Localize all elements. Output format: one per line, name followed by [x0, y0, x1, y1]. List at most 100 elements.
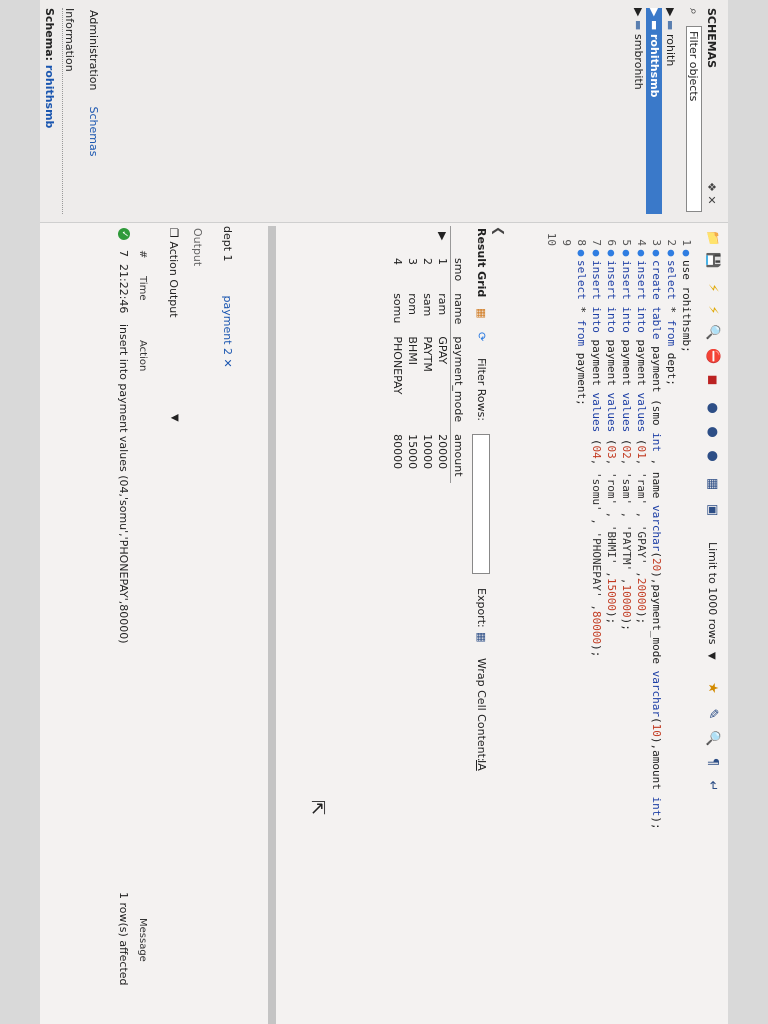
code-line[interactable]: 10: [544, 232, 559, 260]
execute-statement-icon[interactable]: ⚡: [704, 302, 720, 318]
chevron-down-icon[interactable]: ▼: [169, 414, 180, 422]
invisible-chars-icon[interactable]: ¶: [704, 754, 720, 770]
rollback-icon[interactable]: ●: [704, 424, 720, 440]
statement-marker-icon: ●: [590, 249, 603, 257]
column-header[interactable]: name: [450, 287, 466, 331]
commit-icon[interactable]: ●: [704, 400, 720, 416]
workbench-window: SCHEMAS ❖ ✕ ⌕ Filter objects ▶▬rohith ▶▬…: [40, 0, 728, 1024]
bookmark-icon[interactable]: ★: [704, 680, 720, 696]
table-cell[interactable]: 4: [390, 252, 405, 287]
toggle-error-icon[interactable]: ◼: [704, 372, 720, 388]
table-cell[interactable]: 1: [435, 252, 451, 287]
sql-editor[interactable]: 1●use rohithsmb; 2●select * from dept; 3●c…: [514, 232, 694, 1024]
code-token: payment: [590, 339, 603, 393]
snippet-icon[interactable]: ✎: [704, 706, 720, 722]
table-cell[interactable]: 15000: [405, 428, 420, 482]
code-line[interactable]: 9: [559, 232, 574, 260]
log-header-hash: #: [137, 250, 148, 259]
code-token: insert into: [605, 260, 618, 340]
column-header[interactable]: payment_mode: [450, 330, 466, 429]
table-cell[interactable]: 3: [405, 252, 420, 287]
statement-marker-icon: ●: [680, 249, 693, 257]
wrap-lines-icon[interactable]: ↵: [704, 778, 720, 794]
schema-item[interactable]: ▶▬ smbrohith: [630, 8, 646, 214]
column-header[interactable]: smo: [450, 252, 466, 288]
table-row[interactable]: ▶ 1 ram GPAY 20000: [435, 226, 451, 483]
table-cell[interactable]: PAYTM: [420, 330, 435, 428]
code-token: varchar: [650, 505, 663, 552]
information-panel-header[interactable]: Information: [62, 8, 76, 214]
code-token: *: [575, 306, 588, 320]
execute-icon[interactable]: ⚡: [704, 280, 720, 296]
table-row[interactable]: 4 somu PHONEPAY 80000: [390, 226, 405, 483]
tab-schemas[interactable]: Schemas: [87, 107, 100, 157]
wrap-cell-icon[interactable]: IA: [475, 760, 488, 771]
save-icon[interactable]: 💾: [704, 252, 720, 268]
column-header[interactable]: amount: [450, 428, 466, 483]
collapse-arrow-icon[interactable]: ❮: [492, 226, 506, 236]
tab-dept[interactable]: dept 1: [221, 226, 234, 262]
table-cell[interactable]: PHONEPAY: [390, 330, 405, 428]
table-row[interactable]: 2 sam PAYTM 10000: [420, 226, 435, 483]
explain-icon[interactable]: 🔍: [704, 324, 720, 340]
row-marker: [420, 226, 435, 252]
expand-arrow-icon[interactable]: ▶: [646, 8, 662, 20]
row-marker: [405, 226, 420, 252]
table-cell[interactable]: 2: [420, 252, 435, 287]
autocommit-icon[interactable]: ●: [704, 448, 720, 464]
table-cell[interactable]: BHMI: [405, 330, 420, 428]
code-token: , 'rom' , 'BHMI' ,: [605, 458, 618, 578]
table-cell[interactable]: GPAY: [435, 330, 451, 428]
expand-arrow-icon[interactable]: ▶: [662, 8, 678, 20]
code-line[interactable]: 5●insert into payment values (02, 'sam' …: [619, 232, 634, 631]
code-token: 02: [620, 445, 633, 459]
grid-view-icon[interactable]: ▦: [475, 308, 488, 318]
horizontal-scrollbar[interactable]: [268, 226, 276, 1024]
table-row[interactable]: 3 rom BHMI 15000: [405, 226, 420, 483]
log-row-time: 21:22:46: [117, 264, 130, 314]
sidebar-title: SCHEMAS: [705, 8, 718, 69]
export-icon[interactable]: ▦: [475, 632, 488, 642]
action-output-select[interactable]: ❐ Action Output: [167, 228, 180, 318]
open-file-icon[interactable]: 📁: [704, 230, 720, 246]
limit-rows-select[interactable]: Limit to 1000 rows ▼: [706, 542, 719, 660]
line-number: 8: [575, 239, 588, 246]
table-cell[interactable]: 20000: [435, 428, 451, 482]
statement-marker-icon: ●: [650, 249, 663, 257]
table-cell[interactable]: 80000: [390, 428, 405, 482]
refresh-icon[interactable]: ⟳: [475, 332, 488, 341]
code-line[interactable]: 1 ● use rohithsmb;: [679, 232, 694, 352]
code-line[interactable]: 7●insert into payment values (04, 'somu'…: [589, 232, 604, 657]
code-line[interactable]: 4●insert into payment values (01, 'ram' …: [634, 232, 649, 624]
schema-item-selected[interactable]: ▶▬ rohithsmb: [646, 8, 662, 214]
table-cell[interactable]: 10000: [420, 428, 435, 482]
code-line[interactable]: 6●insert into payment values (03, 'rom' …: [604, 232, 619, 624]
query-stats-icon[interactable]: ▣: [704, 502, 720, 518]
table-cell[interactable]: sam: [420, 287, 435, 330]
log-header-message: Message: [137, 918, 148, 962]
log-row[interactable]: ✓: [118, 228, 132, 240]
beautify-icon[interactable]: ▦: [704, 476, 720, 492]
table-cell[interactable]: ram: [435, 287, 451, 330]
table-cell[interactable]: rom: [405, 287, 420, 330]
stop-icon[interactable]: ⛔: [704, 348, 720, 364]
result-grid-tab[interactable]: Result Grid: [475, 228, 488, 297]
table-cell[interactable]: somu: [390, 287, 405, 330]
tab-payment[interactable]: payment 2 ✕: [221, 296, 234, 368]
tab-administration[interactable]: Administration: [87, 10, 100, 91]
expand-arrow-icon[interactable]: ▶: [630, 8, 646, 20]
code-token: payment: [635, 339, 648, 393]
line-number: 2: [665, 239, 678, 246]
code-token: payment;: [575, 352, 588, 406]
code-line[interactable]: 2 ● select * from dept;: [664, 232, 679, 385]
filter-objects-input[interactable]: Filter objects: [686, 26, 702, 212]
code-line[interactable]: 3 ● create table payment (smo int , name v…: [649, 232, 664, 829]
sidebar-tools-icon[interactable]: ❖ ✕: [705, 182, 718, 205]
code-token: create table: [650, 260, 663, 347]
code-token: );: [605, 611, 618, 625]
schema-item[interactable]: ▶▬ rohith: [662, 8, 678, 214]
code-line[interactable]: 8 ● select * from payment;: [574, 232, 589, 406]
filter-rows-input[interactable]: [472, 434, 490, 574]
code-token: 10000: [620, 584, 633, 618]
find-icon[interactable]: 🔍: [704, 730, 720, 746]
